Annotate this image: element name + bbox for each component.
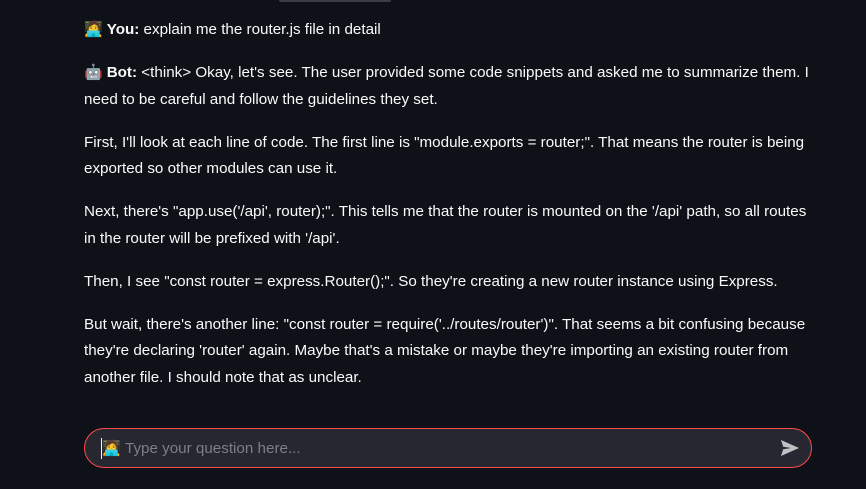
user-avatar-icon: 🧑‍💻 [102, 440, 121, 457]
bot-message-paragraph: Then, I see "const router = express.Rout… [84, 272, 778, 290]
bot-message-text: <think> Okay, let's see. The user provid… [84, 64, 809, 108]
user-message: 🧑‍💻 You: explain me the router.js file in… [84, 17, 812, 44]
bot-message-paragraph: But wait, there's another line: "const r… [84, 315, 806, 386]
bot-message-paragraph: First, I'll look at each line of code. T… [84, 133, 805, 178]
user-label: You: [106, 21, 140, 38]
bot-message-paragraph: Next, there's "app.use('/api', router);"… [84, 203, 807, 247]
send-button[interactable] [778, 437, 802, 459]
question-input[interactable] [125, 435, 765, 461]
top-scroll-indicator [279, 0, 391, 2]
user-avatar-icon: 🧑‍💻 [84, 21, 103, 38]
chat-input-container[interactable]: 🧑‍💻 [84, 428, 812, 468]
bot-message-paragraph: 🤖 Bot: <think> Okay, let's see. The user … [84, 60, 812, 113]
robot-icon: 🤖 [84, 64, 103, 81]
bot-label: Bot: [106, 64, 138, 81]
chat-history: 🧑‍💻 You: explain me the router.js file in… [84, 17, 812, 408]
user-message-text: explain me the router.js file in detail [143, 21, 381, 38]
send-icon [781, 440, 799, 456]
